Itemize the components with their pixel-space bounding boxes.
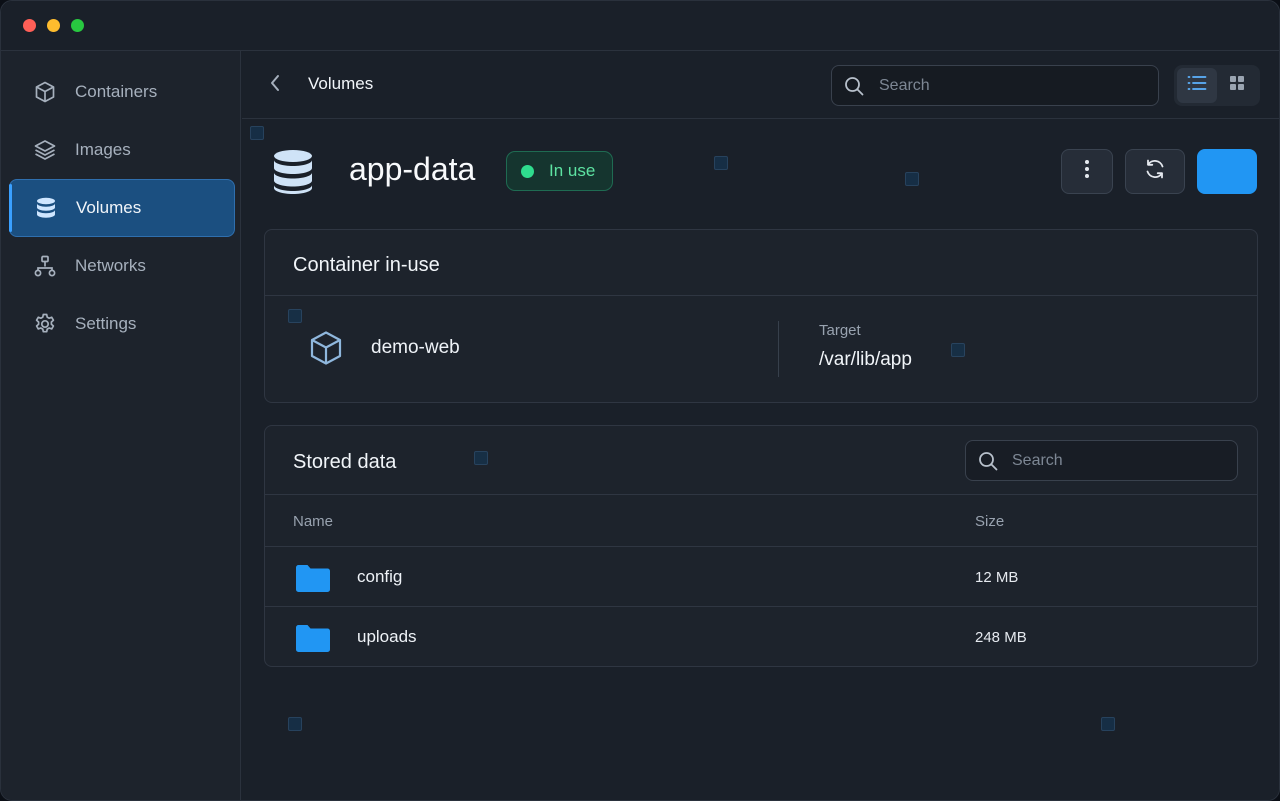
back-button[interactable] xyxy=(264,73,286,97)
sidebar-item-containers[interactable]: Containers xyxy=(9,63,235,121)
search-icon xyxy=(978,450,1000,472)
search-input[interactable] xyxy=(1012,451,1222,470)
file-name: config xyxy=(357,567,403,586)
list-view-button[interactable] xyxy=(1177,68,1217,103)
close-window-button[interactable] xyxy=(23,19,36,32)
chevron-left-icon xyxy=(269,74,281,97)
sidebar: Containers Images Volumes Networks Setti… xyxy=(1,51,241,800)
database-icon xyxy=(32,194,60,222)
watermark-icon xyxy=(250,126,264,140)
sidebar-item-label: Volumes xyxy=(76,198,142,217)
volume-header: app-data In use xyxy=(242,119,1279,229)
layers-icon xyxy=(31,136,59,164)
table-row[interactable]: config 12 MB xyxy=(265,547,1257,605)
watermark-icon xyxy=(474,451,488,465)
sidebar-item-label: Networks xyxy=(75,256,146,275)
list-icon xyxy=(1187,75,1207,96)
main-content: Volumes Search app-data In use Container… xyxy=(242,51,1279,800)
status-dot-icon xyxy=(521,164,534,178)
search-input[interactable] xyxy=(879,76,1139,95)
database-icon xyxy=(272,149,314,195)
breadcrumb: Volumes xyxy=(308,74,374,93)
folder-icon xyxy=(295,564,331,592)
volume-name: app-data xyxy=(349,151,476,187)
folder-icon xyxy=(295,624,331,652)
top-bar: Volumes xyxy=(242,51,1279,119)
stored-data-card: Stored data Name Size config 12 MB xyxy=(264,425,1258,667)
grid-view-button[interactable] xyxy=(1217,68,1257,103)
divider xyxy=(265,295,1257,296)
gear-icon xyxy=(31,310,59,338)
app-window: Containers Images Volumes Networks Setti… xyxy=(0,0,1280,801)
table-row[interactable]: uploads 248 MB xyxy=(265,607,1257,665)
column-header-name[interactable]: Name xyxy=(293,513,333,530)
file-size: 248 MB xyxy=(975,629,1027,646)
watermark-icon xyxy=(288,309,302,323)
card-title: Stored data xyxy=(293,451,397,473)
target-path: /var/lib/app xyxy=(819,349,912,370)
network-icon xyxy=(31,252,59,280)
title-bar xyxy=(1,1,1279,51)
more-options-button[interactable] xyxy=(1061,149,1113,194)
watermark-icon xyxy=(288,717,302,731)
search-icon xyxy=(844,75,866,97)
card-title: Container in-use xyxy=(293,254,440,276)
watermark-icon xyxy=(905,172,919,186)
sidebar-item-settings[interactable]: Settings xyxy=(9,295,235,353)
refresh-icon xyxy=(1144,158,1166,185)
refresh-button[interactable] xyxy=(1125,149,1185,194)
primary-action-button[interactable] xyxy=(1197,149,1257,194)
cube-icon xyxy=(31,78,59,106)
divider xyxy=(778,321,779,377)
stored-data-search-box[interactable] xyxy=(965,440,1238,481)
sidebar-item-label: Settings xyxy=(75,314,137,333)
sidebar-item-networks[interactable]: Networks xyxy=(9,237,235,295)
minimize-window-button[interactable] xyxy=(47,19,60,32)
container-name[interactable]: demo-web xyxy=(371,337,460,359)
watermark-icon xyxy=(1101,717,1115,731)
sidebar-item-volumes[interactable]: Volumes xyxy=(9,179,235,237)
view-toggle xyxy=(1174,65,1260,106)
status-badge: In use xyxy=(506,151,613,191)
top-search-box[interactable] xyxy=(831,65,1159,106)
maximize-window-button[interactable] xyxy=(71,19,84,32)
grid-icon xyxy=(1229,75,1245,96)
cube-icon xyxy=(309,330,343,366)
divider xyxy=(265,494,1257,495)
watermark-icon xyxy=(951,343,965,357)
file-name: uploads xyxy=(357,627,417,646)
target-label: Target xyxy=(819,322,861,339)
sidebar-item-label: Containers xyxy=(75,82,158,101)
file-size: 12 MB xyxy=(975,569,1019,586)
sidebar-item-images[interactable]: Images xyxy=(9,121,235,179)
sidebar-item-label: Images xyxy=(75,140,131,159)
column-header-size[interactable]: Size xyxy=(975,513,1004,530)
container-in-use-card: Container in-use demo-web Target /var/li… xyxy=(264,229,1258,403)
watermark-icon xyxy=(714,156,728,170)
more-vertical-icon xyxy=(1084,159,1090,184)
status-text: In use xyxy=(549,161,596,180)
